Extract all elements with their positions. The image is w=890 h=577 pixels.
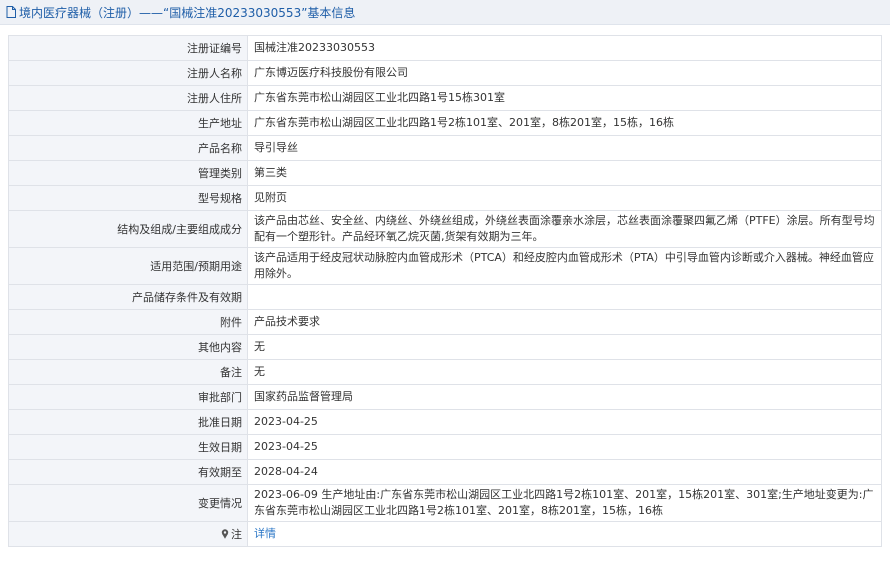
table-row: 注册人住所 广东省东莞市松山湖园区工业北四路1号15栋301室 bbox=[8, 85, 882, 111]
note-row: 注 详情 bbox=[8, 521, 882, 547]
row-label: 注册证编号 bbox=[8, 35, 248, 61]
row-value: 该产品适用于经皮冠状动脉腔内血管成形术（PTCA）和经皮腔内血管成形术（PTA）… bbox=[247, 247, 882, 285]
row-label: 型号规格 bbox=[8, 185, 248, 211]
details-link[interactable]: 详情 bbox=[254, 527, 276, 540]
table-row: 生产地址 广东省东莞市松山湖园区工业北四路1号2栋101室、201室，8栋201… bbox=[8, 110, 882, 136]
row-value: 见附页 bbox=[247, 185, 882, 211]
table-row: 管理类别 第三类 bbox=[8, 160, 882, 186]
table-row: 变更情况 2023-06-09 生产地址由:广东省东莞市松山湖园区工业北四路1号… bbox=[8, 484, 882, 522]
row-label: 管理类别 bbox=[8, 160, 248, 186]
row-value: 无 bbox=[247, 359, 882, 385]
row-value: 国械注准20233030553 bbox=[247, 35, 882, 61]
row-value: 广东省东莞市松山湖园区工业北四路1号15栋301室 bbox=[247, 85, 882, 111]
table-row: 型号规格 见附页 bbox=[8, 185, 882, 211]
table-row: 生效日期 2023-04-25 bbox=[8, 434, 882, 460]
row-label: 生产地址 bbox=[8, 110, 248, 136]
note-label-cell: 注 bbox=[8, 521, 248, 547]
row-value: 2023-06-09 生产地址由:广东省东莞市松山湖园区工业北四路1号2栋101… bbox=[247, 484, 882, 522]
table-row: 结构及组成/主要组成成分 该产品由芯丝、安全丝、内绕丝、外绕丝组成，外绕丝表面涂… bbox=[8, 210, 882, 248]
info-table: 注册证编号 国械注准20233030553 注册人名称 广东博迈医疗科技股份有限… bbox=[8, 35, 882, 547]
row-value: 导引导丝 bbox=[247, 135, 882, 161]
row-label: 变更情况 bbox=[8, 484, 248, 522]
row-label: 附件 bbox=[8, 309, 248, 335]
row-label: 其他内容 bbox=[8, 334, 248, 360]
table-row: 注册证编号 国械注准20233030553 bbox=[8, 35, 882, 61]
table-row: 产品储存条件及有效期 bbox=[8, 284, 882, 310]
row-value: 无 bbox=[247, 334, 882, 360]
table-row: 适用范围/预期用途 该产品适用于经皮冠状动脉腔内血管成形术（PTCA）和经皮腔内… bbox=[8, 247, 882, 285]
table-row: 备注 无 bbox=[8, 359, 882, 385]
row-value: 2023-04-25 bbox=[247, 409, 882, 435]
row-label: 备注 bbox=[8, 359, 248, 385]
row-label: 生效日期 bbox=[8, 434, 248, 460]
row-value bbox=[247, 284, 882, 310]
row-label: 批准日期 bbox=[8, 409, 248, 435]
row-value: 第三类 bbox=[247, 160, 882, 186]
row-value: 2028-04-24 bbox=[247, 459, 882, 485]
table-row: 其他内容 无 bbox=[8, 334, 882, 360]
table-row: 产品名称 导引导丝 bbox=[8, 135, 882, 161]
table-row: 附件 产品技术要求 bbox=[8, 309, 882, 335]
page-header: 境内医疗器械（注册）——“国械注准20233030553”基本信息 bbox=[0, 0, 890, 25]
pin-icon bbox=[221, 529, 229, 539]
row-label: 结构及组成/主要组成成分 bbox=[8, 210, 248, 248]
row-value: 广东博迈医疗科技股份有限公司 bbox=[247, 60, 882, 86]
row-label: 有效期至 bbox=[8, 459, 248, 485]
table-row: 审批部门 国家药品监督管理局 bbox=[8, 384, 882, 410]
document-icon bbox=[6, 6, 16, 18]
note-label: 注 bbox=[231, 528, 242, 541]
row-value: 该产品由芯丝、安全丝、内绕丝、外绕丝组成，外绕丝表面涂覆亲水涂层，芯丝表面涂覆聚… bbox=[247, 210, 882, 248]
note-value-cell: 详情 bbox=[247, 521, 882, 547]
table-row: 注册人名称 广东博迈医疗科技股份有限公司 bbox=[8, 60, 882, 86]
row-value: 2023-04-25 bbox=[247, 434, 882, 460]
table-row: 批准日期 2023-04-25 bbox=[8, 409, 882, 435]
row-value: 国家药品监督管理局 bbox=[247, 384, 882, 410]
row-label: 产品名称 bbox=[8, 135, 248, 161]
page-title: 境内医疗器械（注册）——“国械注准20233030553”基本信息 bbox=[19, 5, 356, 20]
row-label: 注册人名称 bbox=[8, 60, 248, 86]
row-value: 广东省东莞市松山湖园区工业北四路1号2栋101室、201室，8栋201室，15栋… bbox=[247, 110, 882, 136]
row-label: 审批部门 bbox=[8, 384, 248, 410]
row-value: 产品技术要求 bbox=[247, 309, 882, 335]
row-label: 产品储存条件及有效期 bbox=[8, 284, 248, 310]
info-table-container: 注册证编号 国械注准20233030553 注册人名称 广东博迈医疗科技股份有限… bbox=[8, 35, 882, 547]
row-label: 适用范围/预期用途 bbox=[8, 247, 248, 285]
table-row: 有效期至 2028-04-24 bbox=[8, 459, 882, 485]
row-label: 注册人住所 bbox=[8, 85, 248, 111]
